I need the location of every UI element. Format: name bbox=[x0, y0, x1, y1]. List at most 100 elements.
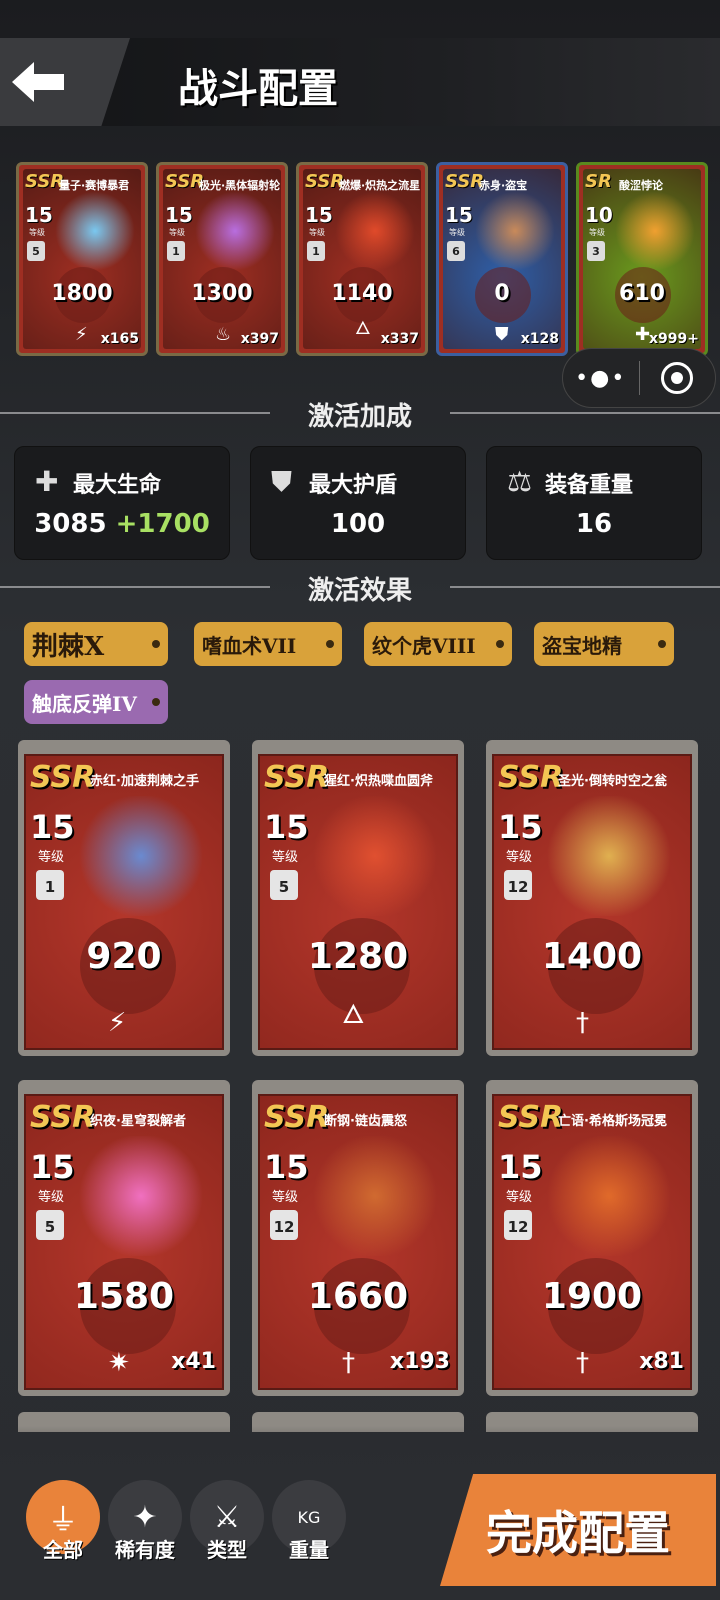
section-effects: 激活效果 bbox=[0, 572, 720, 606]
equipped-card[interactable]: SSR 量子·赛博暴君 15 等级 5 1800 ⚡ x165 bbox=[16, 162, 148, 356]
item-image bbox=[544, 796, 674, 916]
item-value: 1900 bbox=[541, 1276, 643, 1317]
filter-label: 全部 bbox=[43, 1538, 83, 1562]
item-name: 织夜·星穹裂解者 bbox=[90, 1114, 186, 1129]
item-count: x193 bbox=[389, 1349, 450, 1374]
more-icon[interactable]: •●• bbox=[563, 366, 639, 391]
effect-tag[interactable]: 荆棘X bbox=[24, 622, 168, 666]
equipment-card[interactable]: SSR 猩红·炽热喋血圆斧 15 等级 5 1280 🜂 bbox=[252, 740, 464, 1056]
effect-tag-label: 嗜血术VII bbox=[202, 633, 297, 658]
rarity-badge: SSR bbox=[264, 760, 330, 795]
stat-box: ⛊ 最大护盾 100 bbox=[250, 446, 466, 560]
effect-tag[interactable]: 触底反弹IV bbox=[24, 680, 168, 724]
splash-icon: ♨ bbox=[215, 324, 232, 345]
star-icon: ✷ bbox=[108, 1348, 130, 1378]
item-count: x165 bbox=[100, 331, 139, 347]
rarity-badge: SSR bbox=[30, 1100, 96, 1135]
item-name: 酸涩悖论 bbox=[619, 179, 663, 192]
item-value: 1660 bbox=[307, 1276, 409, 1317]
stat-value-row: 3085 +1700 bbox=[15, 509, 229, 539]
item-level: 15 bbox=[25, 203, 53, 227]
back-arrow-icon bbox=[12, 62, 64, 102]
tag-dot-icon bbox=[152, 698, 160, 706]
item-level: 15 bbox=[498, 808, 543, 846]
done-button[interactable]: 完成配置 bbox=[440, 1474, 716, 1586]
rarity-badge: SSR bbox=[264, 1100, 330, 1135]
item-name: 赤身·盗宝 bbox=[479, 179, 528, 192]
item-value: 1280 bbox=[307, 936, 409, 977]
effect-tag-label: 荆棘X bbox=[32, 631, 105, 662]
item-level: 15 bbox=[445, 203, 473, 227]
level-label: 等级 bbox=[272, 850, 299, 865]
item-name: 赤红·加速荆棘之手 bbox=[90, 774, 199, 789]
equipment-card[interactable]: SSR 断钢·链齿震怒 15 等级 12 1660 † x193 bbox=[252, 1080, 464, 1396]
stat-box: ⚖ 装备重量 16 bbox=[486, 446, 702, 560]
weight-badge: 5 bbox=[27, 241, 45, 261]
equipment-card[interactable]: SSR 赤红·加速荆棘之手 15 等级 1 920 ⚡ bbox=[18, 740, 230, 1056]
lightning-icon: ⚡ bbox=[75, 324, 88, 345]
flame-icon: 🜂 bbox=[355, 318, 371, 339]
item-level: 15 bbox=[498, 1148, 543, 1186]
level-label: 等级 bbox=[506, 850, 533, 865]
filter-label: 重量 bbox=[289, 1538, 329, 1562]
tag-dot-icon bbox=[496, 640, 504, 648]
item-level: 15 bbox=[30, 808, 75, 846]
level-label: 等级 bbox=[38, 1190, 65, 1205]
equipped-card[interactable]: SSR 赤身·盗宝 15 等级 6 0 ⛊ x128 bbox=[436, 162, 568, 356]
item-value: 1580 bbox=[73, 1276, 175, 1317]
weight-badge: 3 bbox=[587, 241, 605, 261]
flame-icon: 🜂 bbox=[342, 1000, 365, 1030]
equipment-card[interactable]: SSR 亡语·希格斯场冠冕 15 等级 12 1900 † x81 bbox=[486, 1080, 698, 1396]
item-count: x128 bbox=[520, 331, 559, 347]
section-effects-title: 激活效果 bbox=[307, 576, 412, 606]
item-image bbox=[76, 796, 206, 916]
effect-tag-label: 触底反弹IV bbox=[32, 691, 137, 716]
item-image bbox=[615, 191, 695, 271]
stat-value-row: 16 bbox=[487, 509, 701, 539]
effect-tag[interactable]: 嗜血术VII bbox=[194, 622, 342, 666]
item-level: 15 bbox=[30, 1148, 75, 1186]
stat-box: ✚ 最大生命 3085 +1700 bbox=[14, 446, 230, 560]
page-title: 战斗配置 bbox=[178, 65, 338, 112]
equipped-card[interactable]: SSR 极光·黑体辐射轮 15 等级 1 1300 ♨ x397 bbox=[156, 162, 288, 356]
rarity-badge: SSR bbox=[498, 760, 564, 795]
item-value: 920 bbox=[86, 936, 162, 977]
item-count: x397 bbox=[240, 331, 279, 347]
filter-label: 稀有度 bbox=[115, 1538, 175, 1562]
item-level: 10 bbox=[585, 203, 613, 227]
stat-label: 装备重量 bbox=[545, 472, 634, 498]
level-label: 等级 bbox=[29, 228, 45, 237]
item-level: 15 bbox=[165, 203, 193, 227]
rarity-badge: SR bbox=[585, 171, 612, 192]
equipped-card[interactable]: SSR 燃爆·炽热之流星 15 等级 1 1140 🜂 x337 bbox=[296, 162, 428, 356]
level-label: 等级 bbox=[38, 850, 65, 865]
level-label: 等级 bbox=[272, 1190, 299, 1205]
item-name: 猩红·炽热喋血圆斧 bbox=[324, 774, 433, 789]
weight-badge: 1 bbox=[307, 241, 325, 261]
filter-label: 类型 bbox=[207, 1538, 247, 1562]
item-level: 15 bbox=[264, 1148, 309, 1186]
item-value: 1400 bbox=[541, 936, 643, 977]
weight-badge: 12 bbox=[504, 1210, 532, 1240]
effect-tag[interactable]: 纹个虎VIII bbox=[364, 622, 512, 666]
effect-tag-label: 盗宝地精 bbox=[542, 633, 622, 658]
stat-value: 100 bbox=[330, 509, 386, 539]
weight-badge: 5 bbox=[270, 870, 298, 900]
equipment-card[interactable]: SSR 织夜·星穹裂解者 15 等级 5 1580 ✷ x41 bbox=[18, 1080, 230, 1396]
sword-icon: † bbox=[576, 1008, 589, 1038]
tag-dot-icon bbox=[326, 640, 334, 648]
equipment-card[interactable]: SSR 圣光·倒转时空之瓮 15 等级 12 1400 † bbox=[486, 740, 698, 1056]
item-name: 圣光·倒转时空之瓮 bbox=[558, 774, 667, 789]
plus-icon: ✚ bbox=[35, 465, 59, 498]
item-level: 15 bbox=[305, 203, 333, 227]
effect-tag[interactable]: 盗宝地精 bbox=[534, 622, 674, 666]
plus-icon: ✚ bbox=[635, 324, 651, 345]
target-icon[interactable] bbox=[640, 362, 716, 394]
level-label: 等级 bbox=[589, 228, 605, 237]
shield-icon: ⛊ bbox=[495, 324, 509, 345]
tag-dot-icon bbox=[152, 640, 160, 648]
item-count: x81 bbox=[639, 1349, 684, 1374]
funnel-icon: ⏚ bbox=[48, 1503, 78, 1538]
kg-weight-icon: KG bbox=[297, 1507, 321, 1527]
equipped-card[interactable]: SR 酸涩悖论 10 等级 3 610 ✚ x999+ bbox=[576, 162, 708, 356]
